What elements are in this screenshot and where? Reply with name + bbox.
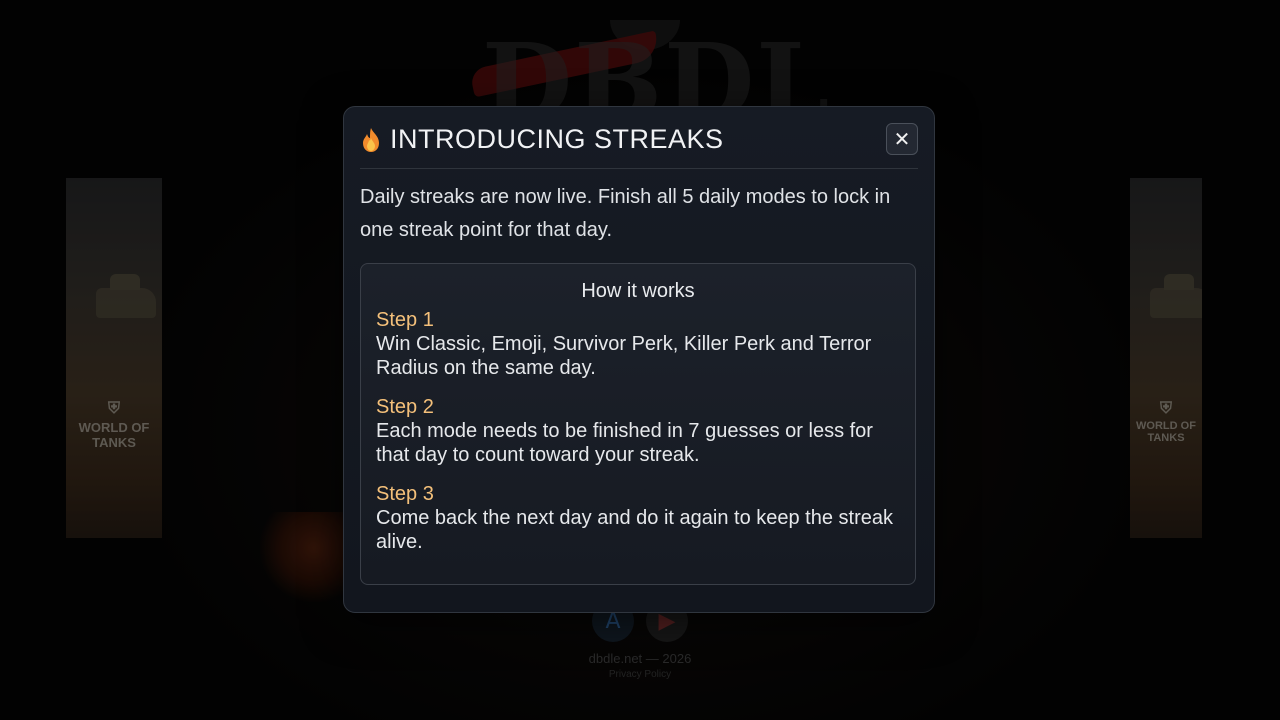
step-label: Step 3: [376, 483, 434, 505]
step-item: Step 1 Win Classic, Emoji, Survivor Perk…: [376, 308, 901, 380]
flame-icon: [363, 128, 379, 152]
step-item: Step 3 Come back the next day and do it …: [376, 482, 901, 554]
how-it-works-panel: How it works Step 1 Win Classic, Emoji, …: [360, 263, 916, 585]
page: DBDLE ⛨ WORLD OF TANKS ⛨ WORLD OF TANKS …: [0, 0, 1280, 720]
how-it-works-title: How it works: [581, 280, 695, 302]
step-label: Step 2: [376, 396, 434, 418]
step-item: Step 2 Each mode needs to be finished in…: [376, 395, 901, 467]
step-label: Step 1: [376, 309, 434, 331]
step-description: Come back the next day and do it again t…: [376, 507, 893, 553]
close-button[interactable]: ✕: [886, 123, 918, 155]
modal-intro-text: Daily streaks are now live. Finish all 5…: [360, 186, 891, 241]
step-description: Win Classic, Emoji, Survivor Perk, Kille…: [376, 333, 872, 379]
modal-title: INTRODUCING STREAKS: [390, 124, 724, 154]
modal-header: INTRODUCING STREAKS ✕: [360, 107, 918, 169]
close-icon: ✕: [893, 127, 911, 151]
step-description: Each mode needs to be finished in 7 gues…: [376, 420, 873, 466]
streaks-modal: INTRODUCING STREAKS ✕ Daily streaks are …: [343, 106, 935, 613]
